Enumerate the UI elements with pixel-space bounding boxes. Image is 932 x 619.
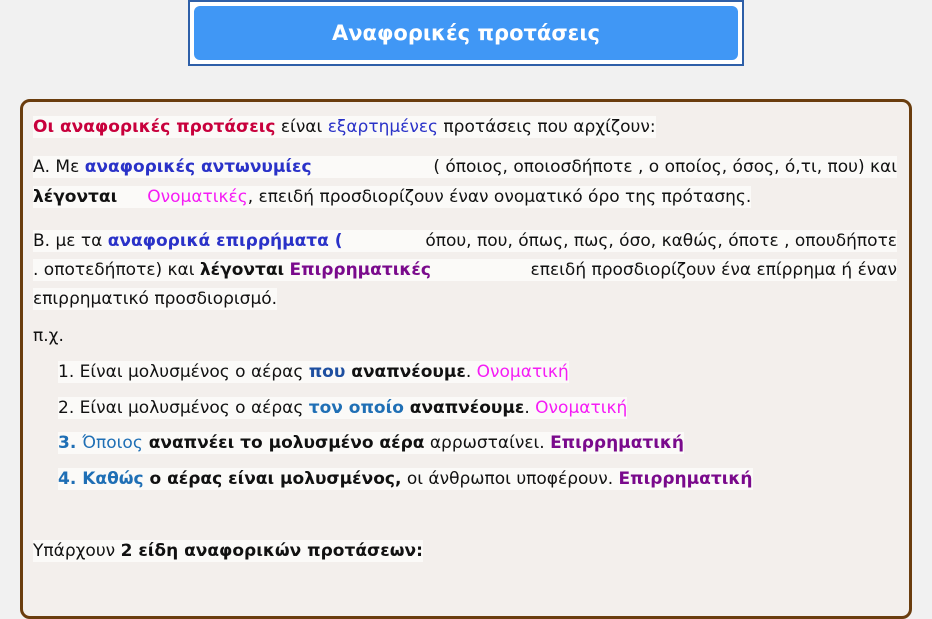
point-a-rest: , επειδή προσδιορίζουν έναν ονοματικό όρ… (247, 187, 752, 207)
point-a-list: ( όποιος, οποιοσδήποτε , ο οποίος, όσος,… (433, 157, 897, 177)
intro-line: Οι αναφορικές προτάσεις είναι εξαρτημένε… (33, 116, 656, 138)
summary-text-1: Υπάρχουν (33, 541, 121, 561)
example-4-relative: Καθώς (82, 469, 144, 489)
example-1-relative: που (308, 362, 346, 382)
intro-text-2: προτάσεις που αρχίζουν: (438, 117, 656, 137)
point-b-lead: Β. με τα (33, 231, 108, 251)
example-label: π.χ. (33, 326, 64, 346)
point-a-type: Ονοματικές (147, 187, 248, 207)
example-4-clause: ο αέρας είναι μολυσμένος, (143, 469, 402, 489)
example-1-type: Ονοματική (476, 362, 569, 382)
point-a-lead: Α. Με (33, 157, 85, 177)
point-b-called: λέγονται (199, 260, 285, 280)
example-2-punct: . (524, 398, 536, 418)
example-3: 3. Όποιος αναπνέει το μολυσμένο αέρα αρρ… (58, 432, 685, 454)
example-1-punct: . (465, 362, 477, 382)
point-b-text-2b: επειδή προσδιορίζουν ένα επίρρημα ή έναν (530, 260, 897, 280)
example-1-verb: αναπνέουμε (345, 362, 466, 382)
point-b-type: Επιρρηματικές (289, 260, 431, 280)
point-a-line-2: λέγονται Ονοματικές, επειδή προσδιορίζουν… (33, 186, 752, 208)
summary-text-2: : (416, 541, 423, 561)
example-1: 1. Είναι μολυσμένος ο αέρας που αναπνέου… (58, 361, 569, 383)
example-2-type: Ονοματική (535, 398, 628, 418)
example-2: 2. Είναι μολυσμένος ο αέρας τον οποίο αν… (58, 397, 628, 419)
point-a-called: λέγονται (33, 187, 118, 207)
point-b-line-2: . οποτεδήποτε) και λέγονται Επιρρηματικέ… (33, 259, 897, 281)
example-3-type: Επιρρηματική (550, 433, 685, 453)
example-4: 4. Καθώς ο αέρας είναι μολυσμένος, οι άν… (58, 468, 753, 490)
point-b-list: όπου, που, όπως, πως, όσο, καθώς, όποτε … (425, 231, 897, 251)
point-a-line-1: Α. Με αναφορικές αντωνυμίες ( όποιος, οπ… (33, 156, 897, 178)
point-b-adverbs: αναφορικά επιρρήματα ( (107, 231, 343, 251)
point-b-line-1: Β. με τα αναφορικά επιρρήματα ( όπου, πο… (33, 230, 897, 252)
example-3-relative: Όποιος (82, 433, 143, 453)
summary-bold: 2 είδη αναφορικών προτάσεων (120, 541, 417, 561)
example-3-clause: αναπνέει το μολυσμένο αέρα (142, 433, 425, 453)
example-3-rest: αρρωσταίνει. (424, 433, 551, 453)
title-frame: Αναφορικές προτάσεις (188, 0, 744, 66)
example-4-type: Επιρρηματική (618, 469, 753, 489)
example-2-relative: τον οποίο (308, 398, 404, 418)
point-a-pronouns: αναφορικές αντωνυμίες (84, 157, 312, 177)
summary-line: Υπάρχουν 2 είδη αναφορικών προτάσεων: (33, 540, 423, 562)
example-2-verb: αναπνέουμε (403, 398, 525, 418)
example-3-number: 3. (58, 433, 83, 453)
point-b-line-3: επιρρηματικό προσδιορισμό. (33, 288, 278, 310)
example-4-rest: οι άνθρωποι υποφέρουν. (401, 469, 619, 489)
example-1-text: 1. Είναι μολυσμένος ο αέρας (58, 362, 309, 382)
example-4-number: 4. (58, 469, 83, 489)
example-2-text: 2. Είναι μολυσμένος ο αέρας (58, 398, 309, 418)
intro-text-1: είναι (275, 117, 328, 137)
intro-term: Οι αναφορικές προτάσεις (33, 117, 276, 137)
point-b-text-3: επιρρηματικό προσδιορισμό. (33, 289, 278, 309)
point-b-text-2a: . οποτεδήποτε) και (33, 260, 200, 280)
intro-dependent: εξαρτημένες (327, 117, 439, 137)
page-title[interactable]: Αναφορικές προτάσεις (194, 6, 738, 60)
